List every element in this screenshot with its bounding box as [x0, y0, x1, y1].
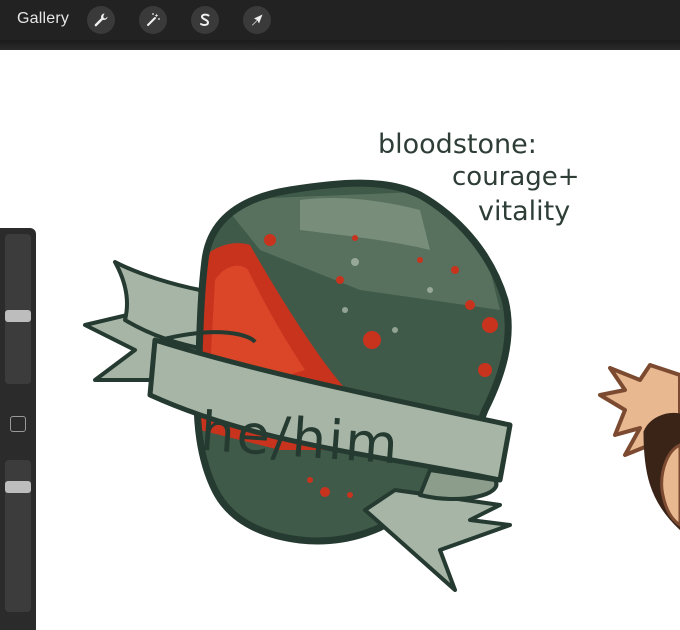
transform-button[interactable]	[243, 6, 271, 34]
brush-sidebar	[0, 228, 36, 630]
brush-size-slider[interactable]	[5, 234, 31, 384]
wrench-icon	[94, 13, 108, 27]
drawing-canvas[interactable]: he/him bloodstone: courage+ vitality	[0, 50, 680, 630]
adjustments-button[interactable]	[139, 6, 167, 34]
annotation-line-3: vitality	[478, 196, 570, 227]
toolbar-divider	[0, 40, 680, 50]
selection-button[interactable]	[191, 6, 219, 34]
brush-opacity-slider-thumb[interactable]	[5, 481, 31, 493]
annotation-line-1: bloodstone:	[378, 129, 537, 160]
gallery-button[interactable]: Gallery	[17, 10, 69, 28]
brush-opacity-slider[interactable]	[5, 460, 31, 612]
annotation-line-2: courage+	[452, 162, 580, 192]
brush-size-slider-thumb[interactable]	[5, 310, 31, 322]
modify-button[interactable]	[10, 416, 26, 432]
partial-character-right	[598, 363, 680, 531]
magic-wand-icon	[147, 13, 160, 26]
artwork: he/him bloodstone: courage+ vitality	[83, 129, 680, 592]
actions-button[interactable]	[87, 6, 115, 34]
banner-right-tail	[363, 488, 512, 592]
top-toolbar: Gallery	[0, 0, 680, 40]
selection-s-icon	[200, 13, 210, 26]
arrow-cursor-icon	[252, 14, 263, 26]
